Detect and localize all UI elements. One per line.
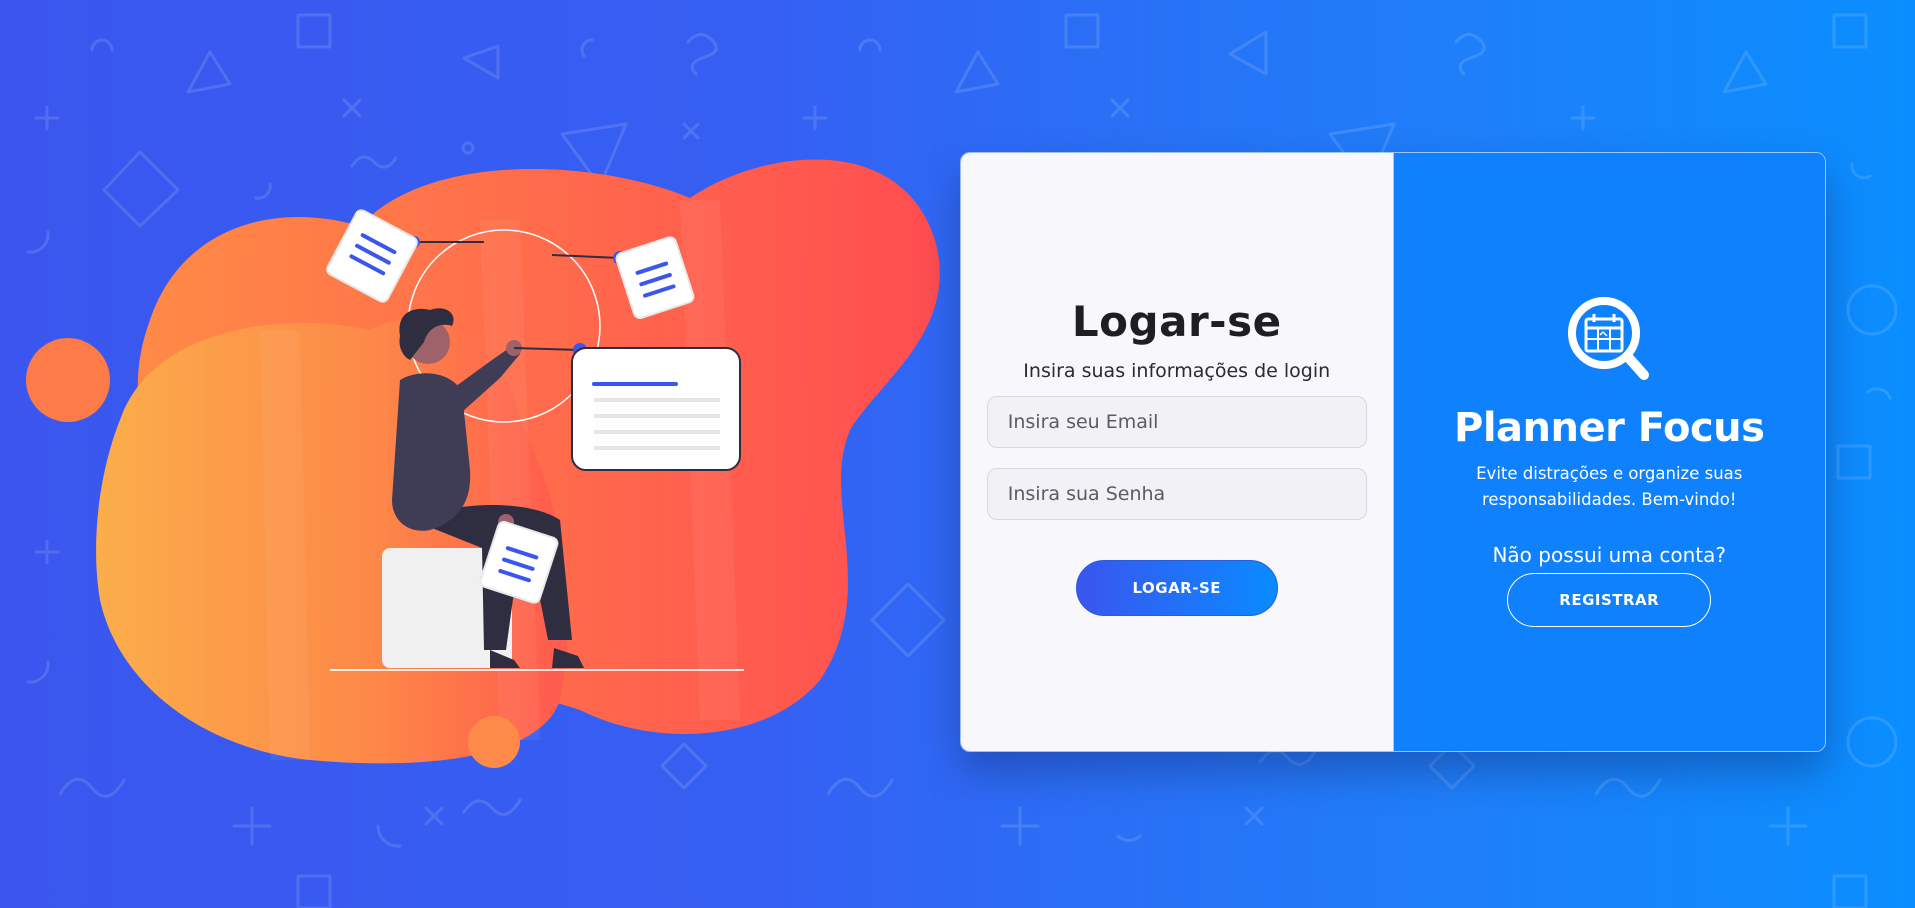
hero-illustration <box>26 159 940 768</box>
calendar-search-icon <box>1568 297 1650 380</box>
brand-panel: Planner Focus Evite distrações e organiz… <box>1392 153 1825 751</box>
background-blob <box>96 159 940 764</box>
orange-dot-left <box>26 338 110 422</box>
login-panel: Logar-se Insira suas informações de logi… <box>961 153 1393 751</box>
login-card: Logar-se Insira suas informações de logi… <box>960 152 1826 752</box>
register-button[interactable]: REGISTRAR <box>1507 573 1712 627</box>
document-card <box>571 347 741 471</box>
brand-name: Planner Focus <box>1454 405 1765 451</box>
email-input[interactable] <box>986 396 1367 448</box>
login-button[interactable]: LOGAR-SE <box>1075 560 1278 616</box>
orange-dot-bottom <box>468 716 520 768</box>
login-title: Logar-se <box>1071 297 1282 346</box>
login-subtitle: Insira suas informações de login <box>1023 360 1331 382</box>
brand-tagline: Evite distrações e organize suas respons… <box>1476 464 1743 509</box>
password-input[interactable] <box>986 468 1367 520</box>
no-account-text: Não possui uma conta? <box>1492 543 1727 567</box>
